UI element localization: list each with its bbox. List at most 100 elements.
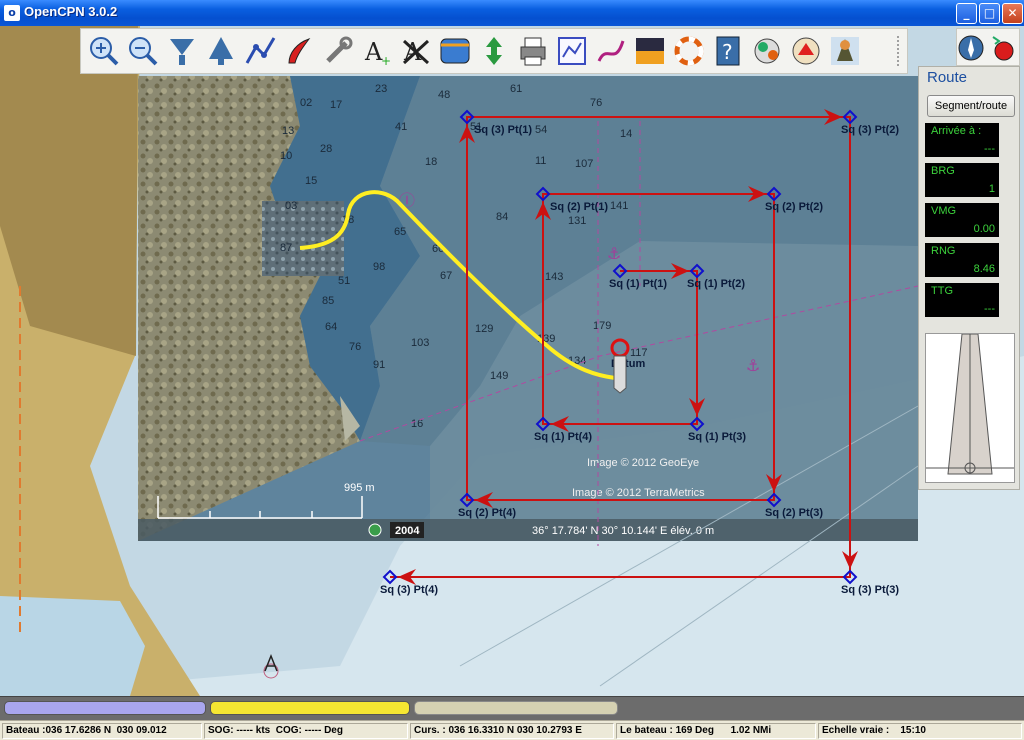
waypoint-label: Sq (1) Pt(4) <box>534 431 592 443</box>
coord-readout: 36° 17.784' N 30° 10.144' E élév. 0 m <box>532 525 714 537</box>
chart-quilt-bar-2[interactable] <box>210 701 410 715</box>
readout-value: --- <box>984 143 995 155</box>
compass-widget[interactable] <box>956 28 1020 66</box>
sounding-label: 65 <box>394 226 406 238</box>
opencpn-window: o OpenCPN 3.0.2 _ □ ✕ 995 m 2004 36° 17.… <box>0 0 1024 740</box>
console-title: Route <box>927 69 968 86</box>
close-button[interactable]: ✕ <box>1002 3 1023 24</box>
route-console: Route Segment/route Arrivée à : --- BRG … <box>918 66 1020 490</box>
waypoint-label: Sq (1) Pt(1) <box>609 278 667 290</box>
scale-in-button[interactable] <box>163 32 201 70</box>
help-icon: ? <box>716 36 740 66</box>
plugin-button[interactable] <box>748 32 786 70</box>
year-badge: 2004 <box>395 525 420 537</box>
weather-button[interactable] <box>826 32 864 70</box>
status-bar: Bateau :036 17.6286 N 030 09.012 SOG: --… <box>0 720 1024 740</box>
help-button[interactable]: ? <box>709 32 747 70</box>
sounding-label: 28 <box>320 143 332 155</box>
grib-button[interactable] <box>436 32 474 70</box>
text-button[interactable]: A + <box>358 32 396 70</box>
sounding-label: 84 <box>496 211 508 223</box>
sounding-label: 64 <box>325 321 337 333</box>
weather-icon <box>831 37 859 65</box>
sounding-label: 48 <box>438 89 450 101</box>
settings-icon <box>326 36 353 63</box>
mob-icon <box>674 36 704 66</box>
current-tide-icon: A <box>402 38 430 66</box>
chart-quilt-bar-3[interactable] <box>414 701 618 715</box>
sounding-label: 11 <box>535 155 546 167</box>
zoom-in-button[interactable] <box>85 32 123 70</box>
route-manager-button[interactable] <box>553 32 591 70</box>
sounding-label: 18 <box>425 156 437 168</box>
svg-text:+: + <box>381 54 391 68</box>
ais-icon <box>792 37 820 65</box>
chart-quilt-bar-1[interactable] <box>4 701 206 715</box>
maximize-button[interactable]: □ <box>979 3 1000 24</box>
sounding-label: 10 <box>280 150 292 162</box>
imagery-credit-1: Image © 2012 GeoEye <box>587 457 699 469</box>
scale-in-icon <box>170 39 194 65</box>
google-earth-icon <box>368 523 382 537</box>
readout-rng: RNG 8.46 <box>925 243 999 277</box>
readout-value: 8.46 <box>973 263 995 275</box>
sounding-label: 02 <box>300 97 312 109</box>
zoom-in-icon <box>90 37 119 66</box>
readout-value: 0.00 <box>973 223 995 235</box>
scale-out-button[interactable] <box>202 32 240 70</box>
status-sog-cog: SOG: ----- kts COG: ----- Deg <box>204 723 408 739</box>
status-cursor-position: Curs. : 036 16.3310 N 030 10.2793 E <box>410 723 614 739</box>
sounding-label: 51 <box>338 275 350 287</box>
mob-button[interactable] <box>670 32 708 70</box>
tide-button[interactable] <box>475 32 513 70</box>
waypoint-label: Sq (1) Pt(2) <box>687 278 745 290</box>
app-icon: o <box>4 5 20 21</box>
track-button[interactable] <box>592 32 630 70</box>
sounding-label: 54 <box>535 124 547 136</box>
toolbar-grip[interactable] <box>897 36 903 66</box>
follow-ship-icon <box>288 38 311 64</box>
imagery-credit-2: Image © 2012 TerraMetrics <box>572 487 705 499</box>
follow-ship-button[interactable] <box>280 32 318 70</box>
sounding-label: 179 <box>593 320 611 332</box>
waypoint-label: Sq (3) Pt(1) <box>474 124 532 136</box>
ais-button[interactable] <box>787 32 825 70</box>
course-deviation-indicator <box>925 333 1015 483</box>
inlet <box>0 596 145 696</box>
status-bearing-to-boat: Le bateau : 169 Deg 1.02 NMi <box>616 723 816 739</box>
sounding-label: 103 <box>411 337 429 349</box>
sounding-label: 129 <box>475 323 493 335</box>
waypoint-label: Sq (3) Pt(4) <box>380 584 438 596</box>
readout-arrival: Arrivée à : --- <box>925 123 999 157</box>
title-bar[interactable]: o OpenCPN 3.0.2 _ □ ✕ <box>0 0 1024 26</box>
chart-svg[interactable]: 995 m 2004 36° 17.784' N 30° 10.144' E é… <box>0 26 1024 696</box>
waypoint-label: Sq (3) Pt(3) <box>841 584 899 596</box>
svg-text:?: ? <box>722 40 733 64</box>
route-button[interactable] <box>241 32 279 70</box>
sounding-label: 141 <box>610 200 628 212</box>
current-tide-button[interactable]: A <box>397 32 435 70</box>
chart-canvas[interactable]: 995 m 2004 36° 17.784' N 30° 10.144' E é… <box>0 26 1024 696</box>
readout-ttg: TTG --- <box>925 283 999 317</box>
color-scheme-button[interactable] <box>631 32 669 70</box>
sounding-label: 91 <box>373 359 385 371</box>
settings-button[interactable] <box>319 32 357 70</box>
sounding-label: 15 <box>305 175 317 187</box>
status-boat-position: Bateau :036 17.6286 N 030 09.012 <box>2 723 202 739</box>
sounding-label: 107 <box>575 158 593 170</box>
minimize-button[interactable]: _ <box>956 3 977 24</box>
print-button[interactable] <box>514 32 552 70</box>
zoom-out-button[interactable] <box>124 32 162 70</box>
waypoint-label: Sq (3) Pt(2) <box>841 124 899 136</box>
readout-label: BRG <box>931 165 955 177</box>
readout-label: Arrivée à : <box>931 125 982 137</box>
waypoint-label: Sq (2) Pt(4) <box>458 507 516 519</box>
waypoint-label: Sq (2) Pt(1) <box>550 201 608 213</box>
sounding-label: 13 <box>282 125 294 137</box>
track-icon <box>597 40 625 62</box>
sounding-label: 143 <box>545 271 563 283</box>
waypoint-label: Sq (2) Pt(3) <box>765 507 823 519</box>
sounding-label: 76 <box>349 341 361 353</box>
segment-route-button[interactable]: Segment/route <box>927 95 1015 117</box>
sounding-label: 131 <box>568 215 586 227</box>
